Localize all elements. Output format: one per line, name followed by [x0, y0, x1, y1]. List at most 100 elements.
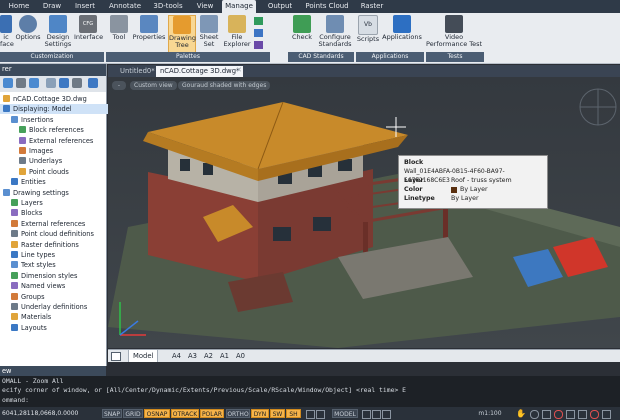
tab-insert[interactable]: Insert — [68, 0, 102, 13]
toggle-otrack[interactable]: OTRACK — [171, 409, 199, 418]
tree-item[interactable]: External references — [0, 136, 125, 146]
tool-button[interactable]: Tool — [108, 15, 130, 55]
layout-tab-a0[interactable]: A0 — [236, 350, 245, 362]
tree-item[interactable]: Groups — [0, 292, 117, 302]
tree-item[interactable]: nCAD.Cottage 3D.dwg — [0, 94, 109, 104]
toggle-polar[interactable]: POLAR — [200, 409, 224, 418]
tree-item[interactable]: Point cloud definitions — [0, 229, 117, 239]
tab-manage[interactable]: Manage — [222, 0, 256, 13]
toggle-dyn[interactable]: DYN — [251, 409, 269, 418]
drawing-tree-button[interactable]: Drawing Tree — [168, 15, 196, 57]
zoom-extents-icon[interactable] — [566, 410, 575, 419]
status-lineweight-icon[interactable] — [316, 410, 325, 419]
applications-label: Applications — [382, 33, 422, 41]
toggle-snap[interactable]: SNAP — [102, 409, 122, 418]
visual-style-button[interactable]: Gouraud shaded with edges — [178, 81, 271, 90]
tree-item[interactable]: Images — [0, 146, 125, 156]
tree-item[interactable]: Displaying: Model — [0, 104, 109, 115]
tree-item[interactable]: External references — [0, 219, 117, 229]
tree-item[interactable]: Insertions — [0, 115, 117, 125]
tree-item[interactable]: Underlay definitions — [0, 302, 117, 312]
pan-icon[interactable]: ✋ — [516, 409, 526, 418]
explorer-tool-5-icon[interactable] — [59, 78, 69, 88]
interface-app-button[interactable]: ic face — [0, 15, 14, 55]
tab-output[interactable]: Output — [262, 0, 298, 13]
sheet-set-button[interactable]: Sheet Set — [198, 15, 220, 55]
model-space-toggle[interactable]: MODEL — [332, 409, 358, 418]
toggle-sh[interactable]: SH — [286, 409, 301, 418]
layout-tab-a4[interactable]: A4 — [172, 350, 181, 362]
interface-button[interactable]: CFG Interface — [74, 15, 103, 55]
explorer-tool-1-icon[interactable] — [3, 78, 13, 88]
command-prompt[interactable]: ommand: — [2, 396, 29, 405]
select-icon[interactable] — [372, 410, 381, 419]
grid-icon[interactable] — [362, 410, 371, 419]
applications-button[interactable]: Applications — [382, 15, 422, 55]
layout-tab-a2[interactable]: A2 — [204, 350, 213, 362]
layout-tab-a3[interactable]: A3 — [188, 350, 197, 362]
fullscreen-icon[interactable] — [602, 410, 611, 419]
scripts-button[interactable]: Vb Scripts — [356, 15, 380, 55]
tree-item[interactable]: Blocks — [0, 208, 117, 218]
tree-item[interactable]: Point clouds — [0, 167, 125, 177]
annotation-icon[interactable] — [382, 410, 391, 419]
doc-tab-untitled[interactable]: Untitled0* — [116, 66, 159, 77]
orbit-icon[interactable] — [530, 410, 539, 419]
drawing-viewport[interactable]: - Custom view Gouraud shaded with edges … — [108, 77, 620, 348]
tab-points-cloud[interactable]: Points Cloud — [302, 0, 352, 13]
status-settings-icon[interactable] — [306, 410, 315, 419]
doc-tab-close-icon[interactable]: ✕ — [236, 66, 242, 74]
tree-item[interactable]: Entities — [0, 177, 117, 187]
tree-item[interactable]: Text styles — [0, 260, 117, 270]
configure-standards-button[interactable]: Configure Standards — [316, 15, 354, 55]
properties-button[interactable]: Properties — [132, 15, 166, 55]
options-button[interactable]: Options — [14, 15, 42, 55]
ribbon-tab-bar: Home Draw Insert Annotate 3D-tools View … — [0, 0, 620, 13]
design-settings-button[interactable]: Design Settings — [44, 15, 72, 55]
tree-item[interactable]: Block references — [0, 125, 125, 135]
view-name-button[interactable]: Custom view — [130, 81, 177, 90]
annotation-scale[interactable]: m1:100 — [470, 409, 510, 418]
tree-item[interactable]: Raster definitions — [0, 240, 117, 250]
layout-tab-model[interactable]: Model — [128, 350, 159, 362]
video-performance-test-button[interactable]: Video Performance Test — [426, 15, 482, 55]
tree-item[interactable]: Underlays — [0, 156, 125, 166]
toggle-grid[interactable]: GRID — [123, 409, 143, 418]
isolate-icon[interactable] — [590, 410, 599, 419]
tab-view[interactable]: View — [190, 0, 220, 13]
layout-tab-a1[interactable]: A1 — [220, 350, 229, 362]
explorer-tool-2-icon[interactable] — [16, 78, 26, 88]
viewport-minus-button[interactable]: - — [112, 81, 126, 90]
tree-item[interactable]: Materials — [0, 312, 117, 322]
tree-item[interactable]: Layouts — [0, 323, 117, 333]
doc-tab-cottage[interactable]: nCAD.Cottage 3D.dwg* — [156, 66, 244, 77]
tree-item[interactable]: Line types — [0, 250, 117, 260]
tab-home[interactable]: Home — [2, 0, 36, 13]
toggle-sw[interactable]: SW — [270, 409, 285, 418]
ab-small-icon[interactable] — [254, 41, 263, 49]
zoom-realtime-icon[interactable] — [554, 410, 563, 419]
blocks-small-icon[interactable] — [254, 29, 263, 37]
toggle-ortho[interactable]: ORTHO — [226, 409, 250, 418]
tab-annotate[interactable]: Annotate — [104, 0, 146, 13]
zoom-all-icon[interactable] — [578, 410, 587, 419]
tab-raster[interactable]: Raster — [356, 0, 388, 13]
tab-3d-tools[interactable]: 3D-tools — [148, 0, 188, 13]
tree-node-icon — [3, 105, 10, 113]
layout-list-icon[interactable] — [111, 352, 121, 361]
command-window[interactable]: OMALL - Zoom All ecify corner of window,… — [0, 376, 620, 407]
tab-draw[interactable]: Draw — [38, 0, 66, 13]
zoom-window-icon[interactable] — [542, 410, 551, 419]
tree-item[interactable]: Drawing settings — [0, 188, 109, 198]
layers-small-icon[interactable] — [254, 17, 263, 25]
tree-item[interactable]: Dimension styles — [0, 271, 117, 281]
explorer-tool-6-icon[interactable] — [72, 78, 82, 88]
file-explorer-button[interactable]: File Explorer — [222, 15, 252, 55]
tree-item[interactable]: Layers — [0, 198, 117, 208]
explorer-tool-4-icon[interactable] — [46, 78, 56, 88]
tree-item[interactable]: Named views — [0, 281, 117, 291]
explorer-tool-7-icon[interactable] — [88, 78, 98, 88]
explorer-tool-3-icon[interactable] — [29, 78, 39, 88]
toggle-osnap[interactable]: OSNAP — [144, 409, 170, 418]
check-button[interactable]: Check — [290, 15, 314, 55]
